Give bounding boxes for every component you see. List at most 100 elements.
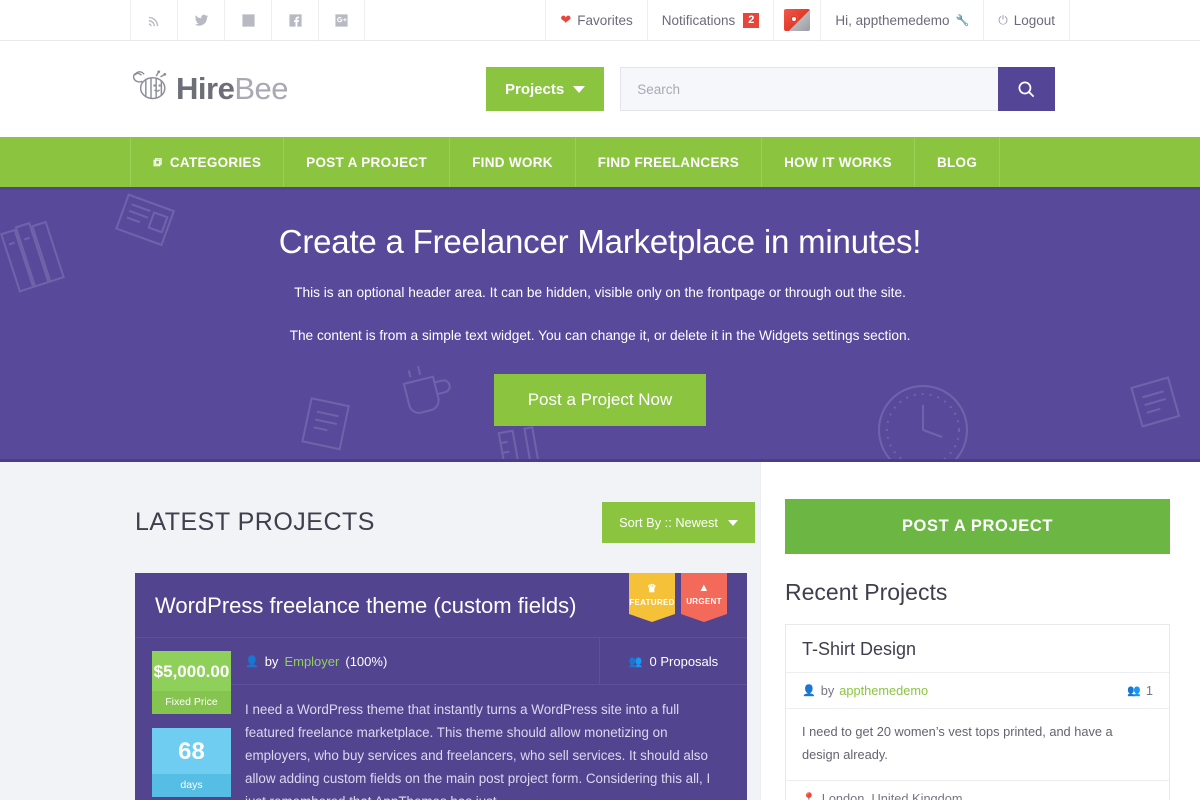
project-price: $5,000.00 <box>152 651 231 691</box>
recent-project-meta: 👤 by appthemedemo 👥 1 <box>786 672 1169 708</box>
recent-project-description: I need to get 20 women’s vest tops print… <box>786 708 1169 780</box>
recent-projects-title: Recent Projects <box>785 579 948 605</box>
page-title: LATEST PROJECTS <box>135 508 375 536</box>
favorites-label: Favorites <box>577 12 633 28</box>
proposals-count: 0 Proposals <box>649 653 719 669</box>
featured-label: FEATURED <box>629 598 675 607</box>
chevron-down-icon <box>728 519 738 526</box>
days-box: 68 days <box>152 728 231 797</box>
twitter-icon[interactable] <box>177 0 224 40</box>
user-icon: 👤 <box>245 655 259 668</box>
urgent-label: URGENT <box>686 597 722 606</box>
project-card-stats: $5,000.00 Fixed Price 68 days <box>135 638 231 800</box>
project-proposals: 👥 0 Proposals <box>599 638 747 684</box>
location-pin-icon: 📍 <box>802 792 816 800</box>
post-a-project-button[interactable]: POST A PROJECT <box>785 499 1170 554</box>
nav-label: CATEGORIES <box>169 154 262 170</box>
project-days: 68 <box>152 728 231 774</box>
recent-project-card[interactable]: T-Shirt Design 👤 by appthemedemo 👥 1 I n… <box>785 624 1170 800</box>
notifications-link[interactable]: Notifications 2 <box>646 0 774 40</box>
author-link[interactable]: appthemedemo <box>839 683 928 698</box>
logout-label: Logout <box>1013 12 1055 28</box>
hero-section: Create a Freelancer Marketplace in minut… <box>0 190 1200 462</box>
top-bar-right: ❤ Favorites Notifications 2 Hi, apptheme… <box>545 0 1070 40</box>
project-days-label: days <box>152 774 231 797</box>
sort-by-dropdown[interactable]: Sort By :: Newest <box>602 502 755 543</box>
notifications-label: Notifications <box>661 12 736 28</box>
googleplus-icon[interactable] <box>318 0 365 40</box>
nav-item-blog[interactable]: BLOG <box>915 137 1001 187</box>
top-bar: ❤ Favorites Notifications 2 Hi, apptheme… <box>0 0 1200 41</box>
projects-dropdown-label: Projects <box>504 80 565 98</box>
hero-title: Create a Freelancer Marketplace in minut… <box>278 223 922 260</box>
logo-primary: Hire <box>176 71 235 106</box>
avatar[interactable] <box>773 0 820 40</box>
project-card[interactable]: WordPress freelance theme (custom fields… <box>135 573 747 800</box>
hero-subtitle-1: This is an optional header area. It can … <box>294 285 906 300</box>
nav-label: HOW IT WORKS <box>784 154 892 170</box>
projects-dropdown[interactable]: Projects <box>485 67 605 111</box>
nav-label: FIND FREELANCERS <box>597 154 740 170</box>
wrench-icon: 🔧 <box>955 14 970 27</box>
post-a-project-now-button[interactable]: Post a Project Now <box>493 374 707 427</box>
section-header: LATEST PROJECTS Sort By :: Newest <box>135 502 760 543</box>
project-card-header: WordPress freelance theme (custom fields… <box>135 573 747 638</box>
nav-item-post-a-project[interactable]: POST A PROJECT <box>284 137 451 187</box>
logo[interactable]: HireBee <box>130 70 288 108</box>
status-badge-urgent: ▲ URGENT <box>681 573 727 622</box>
status-badge-featured: ♛ FEATURED <box>629 573 675 622</box>
rss-icon[interactable] <box>130 0 177 40</box>
hero-subtitle-2: The content is from a simple text widget… <box>289 327 911 343</box>
user-icon: 👤 <box>802 685 816 697</box>
by-label: by <box>264 653 279 669</box>
nav-item-find-work[interactable]: FIND WORK <box>450 137 576 187</box>
nav-item-categories[interactable]: ⧉ CATEGORIES <box>130 137 285 187</box>
nav-item-how-it-works[interactable]: HOW IT WORKS <box>762 137 915 187</box>
search-input[interactable] <box>620 67 999 111</box>
recent-project-title[interactable]: T-Shirt Design <box>786 625 1169 672</box>
nav-item-find-freelancers[interactable]: FIND FREELANCERS <box>576 137 763 187</box>
site-header: HireBee Projects <box>0 41 1200 137</box>
heart-icon: ❤ <box>560 12 572 27</box>
proposals-count: 1 <box>1145 683 1153 698</box>
favorites-link[interactable]: ❤ Favorites <box>545 0 646 40</box>
power-icon: ⏻ <box>998 12 1008 27</box>
nav-label: POST A PROJECT <box>306 154 428 170</box>
sort-by-label: Sort By :: Newest <box>619 515 718 530</box>
logo-secondary: Bee <box>234 71 288 106</box>
main-content: LATEST PROJECTS Sort By :: Newest WordPr… <box>0 462 1200 800</box>
project-card-main: 👤 by Employer (100%) 👥 0 Proposals I nee… <box>231 638 747 800</box>
projects-column: LATEST PROJECTS Sort By :: Newest WordPr… <box>0 462 760 800</box>
project-author: 👤 by Employer (100%) <box>231 654 599 669</box>
price-box: $5,000.00 Fixed Price <box>152 651 231 714</box>
project-badges: ♛ FEATURED ▲ URGENT <box>629 573 727 622</box>
users-icon: 👥 <box>628 655 643 668</box>
nav-label: BLOG <box>936 154 978 170</box>
search-icon <box>1018 81 1035 97</box>
recent-project-location: 📍 London, United Kingdom <box>786 779 1169 800</box>
sidebar: POST A PROJECT Recent Projects T-Shirt D… <box>760 462 1200 800</box>
facebook-icon[interactable] <box>271 0 318 40</box>
avatar-image <box>784 9 811 31</box>
by-label: by <box>820 683 835 698</box>
user-greeting[interactable]: Hi, appthemedemo 🔧 <box>820 0 983 40</box>
logout-link[interactable]: ⏻ Logout <box>983 0 1070 40</box>
author-link[interactable]: Employer <box>284 654 339 669</box>
nav-label: FIND WORK <box>472 154 553 170</box>
categories-icon: ⧉ <box>153 154 162 169</box>
project-meta: 👤 by Employer (100%) 👥 0 Proposals <box>231 638 747 685</box>
project-title[interactable]: WordPress freelance theme (custom fields… <box>155 590 629 619</box>
author-rating: (100%) <box>345 653 388 669</box>
linkedin-icon[interactable] <box>224 0 271 40</box>
project-card-body: $5,000.00 Fixed Price 68 days 👤 by Emplo… <box>135 638 747 800</box>
social-links <box>130 0 365 40</box>
notifications-badge: 2 <box>743 12 760 28</box>
chevron-down-icon <box>573 85 586 93</box>
project-price-type: Fixed Price <box>152 691 231 714</box>
bee-icon <box>132 70 167 100</box>
greeting-label: Hi, appthemedemo <box>835 12 950 28</box>
search-button[interactable] <box>998 67 1056 111</box>
search-bar: Projects <box>485 67 1056 111</box>
users-icon: 👥 <box>1127 685 1141 697</box>
project-description: I need a WordPress theme that instantly … <box>245 702 711 800</box>
